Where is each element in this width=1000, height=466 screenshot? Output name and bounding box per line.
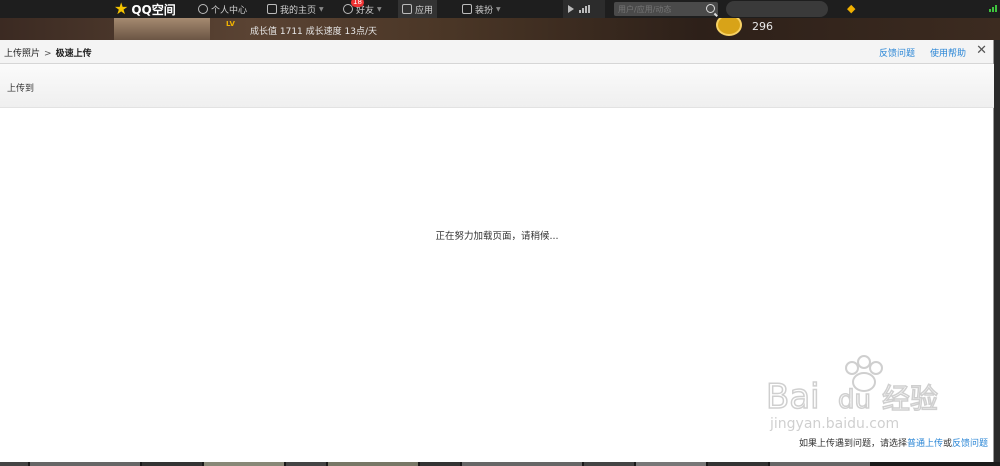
- breadcrumb-fast-upload: 极速上传: [55, 49, 92, 59]
- nav-apps[interactable]: 应用: [398, 0, 438, 18]
- nav-my-homepage[interactable]: 我的主页 ▼: [267, 0, 324, 18]
- volume-bars-icon: [579, 5, 590, 13]
- upload-target-bar: 上传到: [0, 64, 994, 108]
- chevron-down-icon: ▼: [377, 5, 382, 13]
- help-link[interactable]: 使用帮助: [930, 46, 966, 59]
- nav-dress-up[interactable]: 装扮 ▼: [462, 0, 501, 18]
- star-logo-icon: ★: [114, 0, 129, 18]
- footer-prefix: 如果上传遇到问题，请选择: [798, 439, 907, 449]
- nav-label: 应用: [415, 5, 434, 16]
- home-icon: [267, 4, 277, 14]
- vip-coin-icon[interactable]: [716, 18, 742, 36]
- vip-number: 296: [752, 20, 773, 33]
- upload-to-label: 上传到: [7, 84, 35, 94]
- qzone-logo[interactable]: ★ QQ空间: [114, 0, 176, 18]
- play-icon[interactable]: [568, 5, 574, 13]
- search-box: [614, 2, 718, 16]
- dialog-title-bar: 上传照片 > 极速上传 反馈问题 使用帮助 ✕: [0, 40, 993, 64]
- nav-label: 个人中心: [211, 5, 248, 16]
- signal-icon: [989, 5, 997, 12]
- cover-thumbnail[interactable]: [114, 18, 210, 40]
- chevron-down-icon: ▼: [319, 5, 324, 13]
- user-account-pill[interactable]: [726, 1, 828, 17]
- footer-help-text: 如果上传遇到问题，请选择普通上传或反馈问题: [799, 436, 988, 449]
- chevron-down-icon: ▼: [496, 5, 501, 13]
- person-icon: [198, 4, 208, 14]
- footer-feedback-link[interactable]: 反馈问题: [952, 439, 988, 449]
- profile-header-strip: LV 成长值 1711 成长速度 13点/天 296: [0, 18, 1000, 40]
- logo-text: QQ空间: [131, 2, 176, 17]
- grid-icon: [402, 4, 412, 14]
- music-player[interactable]: [563, 0, 605, 18]
- search-icon[interactable]: [706, 4, 715, 13]
- footer-or: 或: [942, 439, 952, 449]
- shirt-icon: [462, 4, 472, 14]
- friends-notification-badge: 18: [351, 0, 364, 7]
- diamond-icon[interactable]: ◆: [847, 3, 855, 15]
- nav-label: 我的主页: [280, 5, 317, 16]
- nav-label: 装扮: [475, 5, 494, 16]
- bottom-thumbnail-strip: [0, 462, 1000, 466]
- growth-stats: 成长值 1711 成长速度 13点/天: [250, 27, 377, 37]
- level-badge-icon: LV: [226, 20, 235, 28]
- breadcrumb-separator: >: [44, 49, 52, 59]
- top-nav-bar: ★ QQ空间 个人中心 我的主页 ▼ 好友 ▼ 18 应用 装扮 ▼ ◆: [0, 0, 1000, 18]
- breadcrumb: 上传照片 > 极速上传: [4, 46, 92, 59]
- close-icon[interactable]: ✕: [976, 43, 987, 59]
- nav-personal-center[interactable]: 个人中心: [198, 0, 247, 18]
- search-input[interactable]: [614, 2, 700, 16]
- feedback-link[interactable]: 反馈问题: [879, 46, 915, 59]
- loading-message: 正在努力加载页面，请稍候...: [435, 231, 559, 242]
- normal-upload-link[interactable]: 普通上传: [907, 439, 943, 449]
- breadcrumb-upload-photos[interactable]: 上传照片: [4, 49, 40, 59]
- upload-dialog: 上传照片 > 极速上传 反馈问题 使用帮助 ✕ 上传到 正在努力加载页面，请稍候..…: [0, 40, 994, 462]
